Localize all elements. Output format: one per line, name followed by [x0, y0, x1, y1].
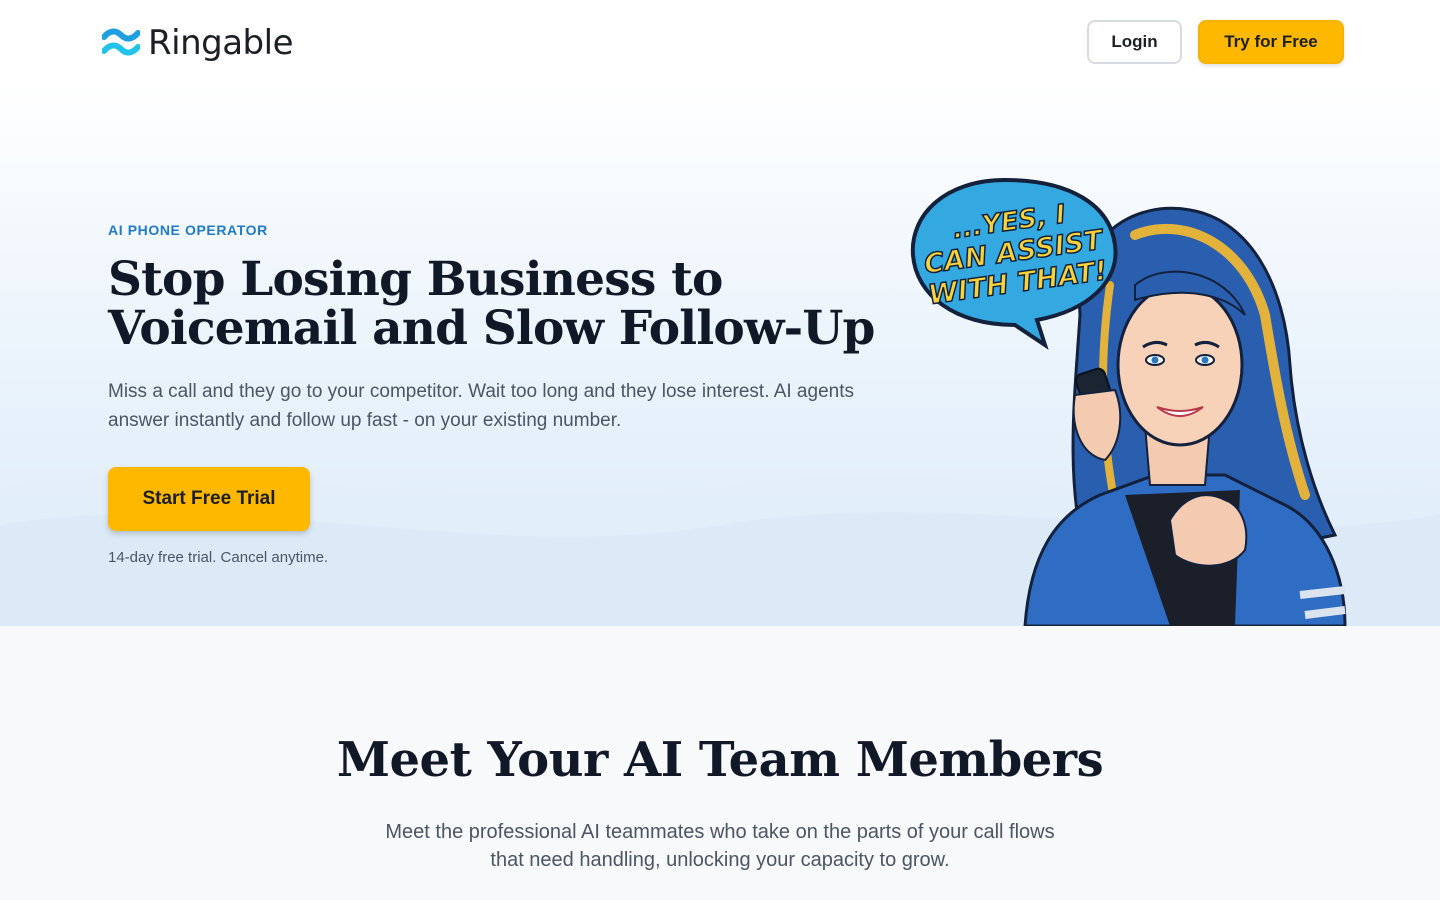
- team-section-subtitle: Meet the professional AI teammates who t…: [385, 821, 1055, 871]
- hero-eyebrow: AI PHONE OPERATOR: [108, 222, 268, 238]
- start-free-trial-button[interactable]: Start Free Trial: [108, 467, 310, 531]
- hero-section: AI PHONE OPERATOR Stop Losing Business t…: [0, 85, 1440, 626]
- team-section-title: Meet Your AI Team Members: [336, 732, 1104, 788]
- hero-headline-line1: Stop Losing Business to: [108, 252, 723, 307]
- site-header: Ringable Login Try for Free: [0, 0, 1440, 85]
- hero-headline-line2: Voicemail and Slow Follow-Up: [108, 301, 875, 356]
- login-button[interactable]: Login: [1087, 20, 1182, 64]
- ai-operator-illustration: ...YES, I CAN ASSIST WITH THAT!: [910, 177, 1347, 626]
- brand-name: Ringable: [148, 23, 293, 63]
- face-shape: [1116, 283, 1244, 447]
- brand-logo[interactable]: Ringable: [102, 22, 293, 64]
- try-for-free-button[interactable]: Try for Free: [1198, 20, 1344, 64]
- ringable-waves-logo-icon: [102, 28, 140, 56]
- hero-headline: Stop Losing Business to Voicemail and Sl…: [108, 255, 888, 353]
- trial-note: 14-day free trial. Cancel anytime.: [108, 549, 329, 566]
- hero-subtext: Miss a call and they go to your competit…: [108, 381, 854, 431]
